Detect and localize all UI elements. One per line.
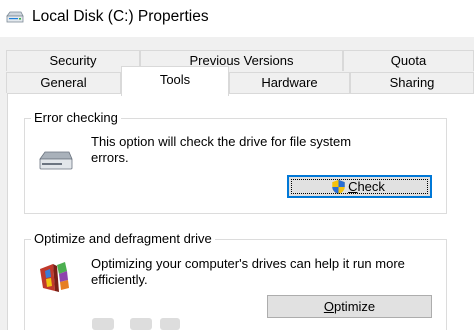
- tab-tools[interactable]: Tools: [121, 66, 229, 96]
- error-checking-description-line1: This option will check the drive for fil…: [91, 134, 352, 149]
- check-button-label: heck: [357, 179, 385, 194]
- tab-label: Tools: [159, 72, 191, 87]
- tools-tab-panel: Error checking This option will check th…: [7, 93, 474, 330]
- defrag-icon: [40, 262, 69, 292]
- error-checking-description-line2: errors.: [91, 150, 129, 165]
- check-button-mnemonic: C: [348, 179, 358, 194]
- window-title: Local Disk (C:) Properties: [32, 8, 209, 25]
- optimize-title: Optimize and defragment drive: [31, 231, 215, 247]
- tab-label: Quota: [390, 53, 427, 68]
- optimize-button-mnemonic: O: [323, 299, 334, 314]
- tab-quota[interactable]: Quota: [343, 50, 474, 71]
- tab-label: Hardware: [261, 75, 318, 90]
- tab-security[interactable]: Security: [6, 50, 140, 71]
- check-button[interactable]: Check: [287, 175, 432, 198]
- optimize-group: Optimize and defragment drive Optimizing…: [24, 231, 447, 330]
- tab-hardware[interactable]: Hardware: [229, 72, 350, 93]
- hard-drive-icon: [39, 151, 73, 170]
- optimize-description-line2: efficiently.: [91, 272, 148, 287]
- optimize-description-line1: Optimizing your computer's drives can he…: [91, 256, 405, 271]
- optimize-button-label: ptimize: [333, 299, 376, 314]
- title-bar[interactable]: Local Disk (C:) Properties: [0, 0, 474, 37]
- error-checking-title: Error checking: [31, 110, 121, 126]
- tab-label: General: [40, 75, 87, 90]
- drive-icon: [6, 11, 24, 23]
- tab-label: Security: [49, 53, 97, 68]
- clipped-control: [160, 318, 180, 330]
- error-checking-group: Error checking This option will check th…: [24, 110, 447, 214]
- clipped-control: [130, 318, 152, 330]
- tab-general[interactable]: General: [6, 72, 121, 93]
- tab-sharing[interactable]: Sharing: [350, 72, 474, 93]
- uac-shield-icon: [332, 179, 345, 195]
- optimize-button[interactable]: Optimize: [267, 295, 432, 318]
- clipped-control: [92, 318, 114, 330]
- tab-label: Sharing: [389, 75, 435, 90]
